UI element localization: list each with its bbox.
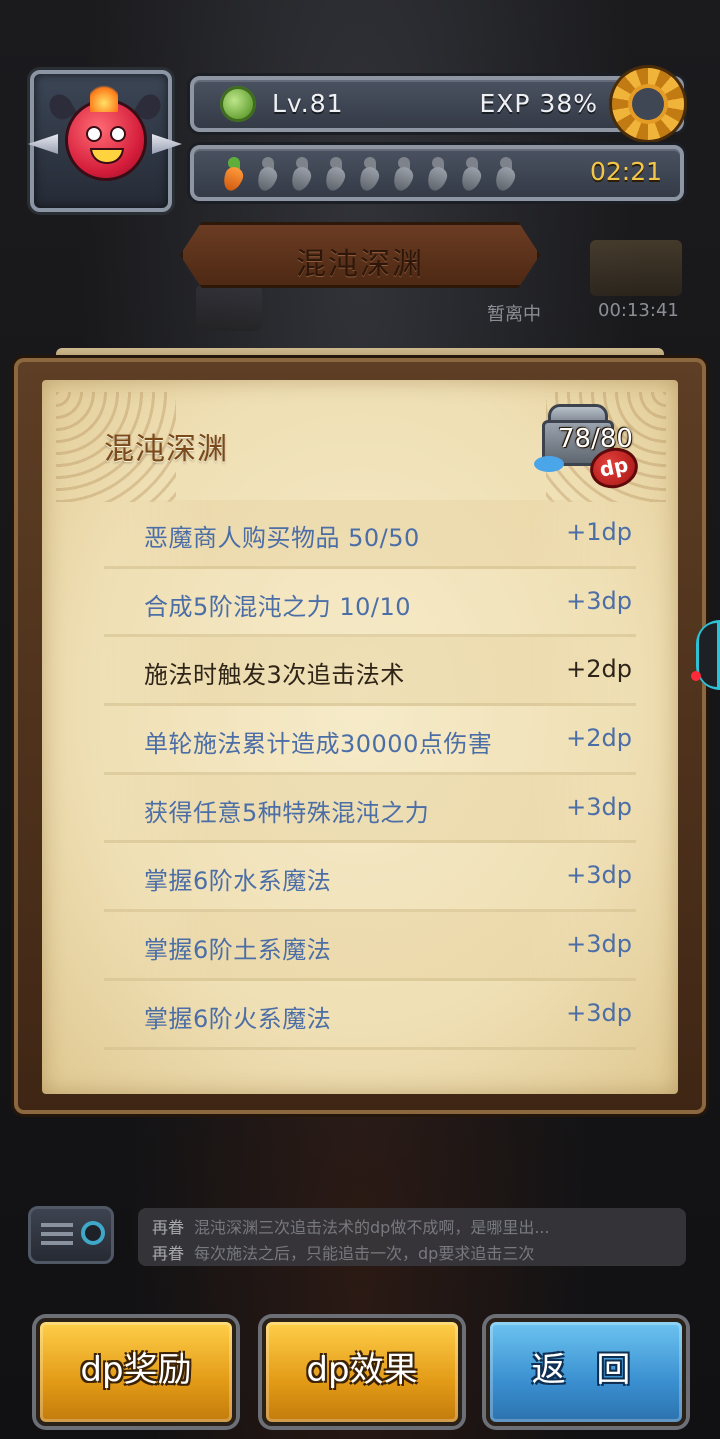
chat-text: 每次施法之后，只能追击一次，dp要求追击三次 (194, 1244, 535, 1263)
task-name: 单轮施法累计造成30000点伤害 (144, 730, 493, 759)
task-reward: +3dp (566, 930, 632, 959)
carrot-empty-icon (388, 157, 418, 194)
task-row[interactable]: 获得任意5种特殊混沌之力 +3dp (104, 774, 636, 844)
player-avatar[interactable] (28, 70, 172, 212)
avatar-eye-left (86, 126, 102, 142)
radio-dial (81, 1221, 105, 1245)
notification-dot (691, 671, 701, 681)
avatar-eye-right (110, 126, 126, 142)
away-chest-icon[interactable] (590, 240, 682, 296)
banner-title: 混沌深渊 (296, 247, 424, 282)
chest-gem (534, 456, 564, 472)
carrot-root (220, 164, 246, 194)
level-label: Lv.81 (272, 89, 344, 118)
avatar-horn-left (44, 90, 78, 124)
stamina-timer: 02:21 (589, 157, 662, 186)
exp-label: EXP 38% (479, 89, 598, 118)
back-button[interactable]: 返 回 (486, 1318, 686, 1426)
task-name: 掌握6阶火系魔法 (144, 1004, 332, 1033)
chat-user: 再眷 (152, 1218, 185, 1237)
task-row[interactable]: 合成5阶混沌之力 10/10 +3dp (104, 569, 636, 638)
carrot-empty-icon (422, 157, 452, 194)
carrot-empty-icon (354, 157, 384, 194)
away-status: 暂离中 (487, 304, 541, 325)
carrot-root (390, 164, 416, 194)
carrot-root (322, 164, 348, 194)
tree-icon (220, 86, 256, 122)
task-reward: +3dp (566, 586, 632, 615)
dp-reward-button[interactable]: dp奖励 (36, 1318, 236, 1426)
avatar-mouth (90, 148, 124, 164)
chat-message: 再眷 每次施法之后，只能追击一次，dp要求追击三次 (152, 1240, 672, 1264)
task-name: 恶魔商人购买物品 50/50 (144, 524, 420, 552)
task-row[interactable]: 掌握6阶火系魔法 +3dp (104, 981, 636, 1050)
task-list: 恶魔商人购买物品 50/50 +1dp 合成5阶混沌之力 10/10 +3dp 施法时触… (104, 500, 636, 1050)
task-row[interactable]: 掌握6阶水系魔法 +3dp (104, 843, 636, 913)
carrot-empty-icon (456, 157, 486, 194)
task-reward: +2dp (566, 655, 632, 684)
task-reward: +1dp (566, 518, 632, 546)
carrot-empty-icon (320, 157, 350, 194)
chat-text: 混沌深渊三次追击法术的dp做不成啊，是哪里出... (194, 1218, 550, 1237)
task-reward: +3dp (566, 998, 632, 1027)
carrot-empty-icon (252, 157, 282, 194)
carrot-root (288, 164, 314, 194)
task-reward: +2dp (566, 724, 632, 753)
dp-effect-button[interactable]: dp效果 (262, 1318, 462, 1426)
chat-preview[interactable]: 再眷 混沌深渊三次追击法术的dp做不成啊，是哪里出... 再眷 每次施法之后，只能追… (138, 1208, 686, 1266)
task-row[interactable]: 施法时触发3次追击法术 +2dp (104, 637, 636, 707)
task-row[interactable]: 单轮施法累计造成30000点伤害 +2dp (104, 706, 636, 775)
away-timer: 00:13:41 (598, 300, 679, 321)
flame-icon (90, 82, 118, 112)
task-name: 掌握6阶土系魔法 (144, 936, 332, 965)
title-banner: 混沌深渊 (180, 222, 540, 288)
carrot-root (356, 164, 382, 194)
level-exp-bar: Lv.81 EXP 38% (190, 76, 684, 132)
carrot-empty-icon (490, 157, 520, 194)
side-drawer-handle[interactable] (696, 620, 720, 690)
task-name: 获得任意5种特殊混沌之力 (144, 798, 430, 827)
carrot-full-icon (218, 157, 248, 194)
carrot-root (458, 164, 484, 194)
carrot-root (254, 164, 280, 194)
chat-message: 再眷 混沌深渊三次追击法术的dp做不成啊，是哪里出... (152, 1214, 672, 1238)
task-reward: +3dp (566, 792, 632, 821)
background-character (196, 285, 262, 331)
chat-radio-icon[interactable] (28, 1206, 114, 1264)
avatar-wing-left (28, 134, 58, 154)
task-row[interactable]: 掌握6阶土系魔法 +3dp (104, 912, 636, 981)
task-name: 施法时触发3次追击法术 (144, 661, 405, 690)
task-reward: +3dp (566, 861, 632, 890)
task-row[interactable]: 恶魔商人购买物品 50/50 +1dp (104, 500, 636, 569)
task-name: 掌握6阶水系魔法 (144, 867, 332, 896)
chat-user: 再眷 (152, 1244, 185, 1263)
carrot-root (424, 164, 450, 194)
settings-gear-icon[interactable] (612, 68, 684, 140)
panel-title: 混沌深渊 (104, 432, 228, 467)
task-name: 合成5阶混沌之力 10/10 (144, 592, 412, 621)
avatar-face (68, 102, 144, 178)
speaker-grille (41, 1223, 73, 1245)
carrot-root (492, 164, 518, 194)
carrot-empty-icon (286, 157, 316, 194)
stamina-bar: 02:21 (190, 145, 684, 201)
